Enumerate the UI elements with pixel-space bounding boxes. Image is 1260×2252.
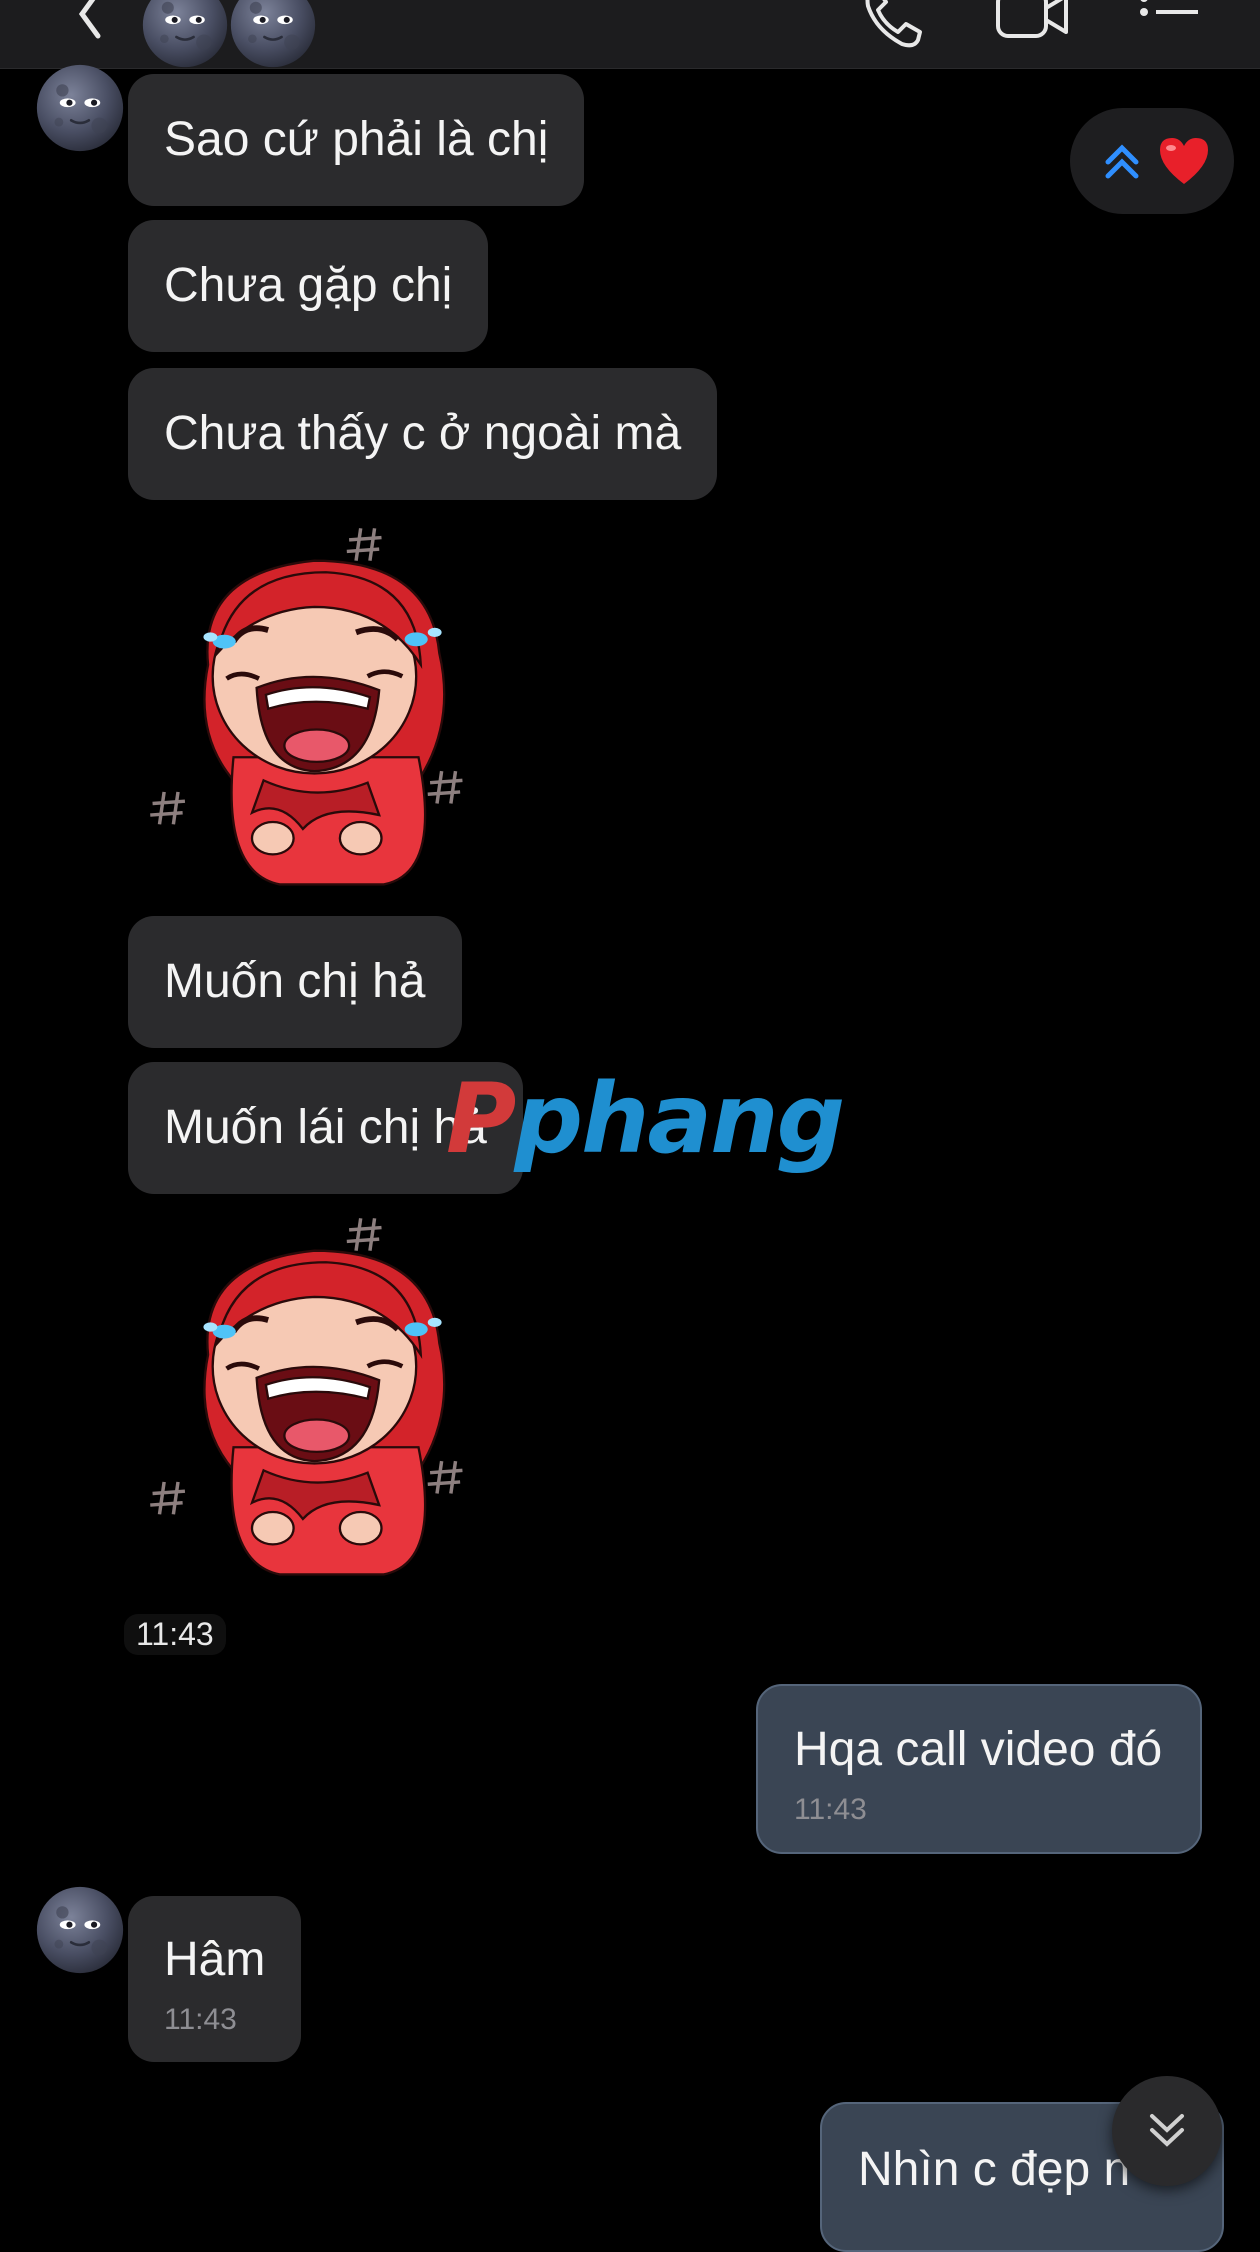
timestamp: 11:43 (124, 1614, 226, 1655)
moon-face-avatar[interactable] (36, 64, 124, 152)
chat-header (0, 0, 1260, 69)
menu-icon[interactable] (1138, 0, 1202, 42)
message-time: 11:43 (794, 1793, 867, 1826)
laughing-sticker[interactable] (136, 526, 516, 896)
message-text: Chưa thấy c ở ngoài mà (164, 407, 682, 460)
reaction-pill[interactable] (1070, 108, 1234, 214)
message-text: Muốn lái chị hả (164, 1101, 487, 1154)
back-icon[interactable] (62, 0, 122, 44)
incoming-message[interactable]: Muốn chị hả (128, 916, 462, 1048)
phone-icon[interactable] (862, 0, 926, 50)
video-call-icon[interactable] (994, 0, 1070, 46)
scroll-to-bottom-button[interactable] (1112, 2076, 1222, 2186)
message-text: Hqa call video đó (794, 1723, 1163, 1776)
message-text: Muốn chị hả (164, 955, 426, 1008)
moon-face-avatar[interactable] (230, 0, 316, 68)
outgoing-message[interactable]: Hqa call video đó 11:43 (756, 1684, 1203, 1854)
incoming-message[interactable]: Sao cứ phải là chị (128, 74, 585, 206)
incoming-message[interactable]: Hâm 11:43 (128, 1896, 302, 2062)
message-time: 11:43 (164, 2003, 237, 2036)
incoming-message[interactable]: Chưa thấy c ở ngoài mà (128, 368, 718, 500)
message-text: Chưa gặp chị (164, 259, 453, 312)
watermark-part-1: P (446, 1063, 516, 1175)
message-text: Sao cứ phải là chị (164, 113, 549, 166)
incoming-message[interactable]: Chưa gặp chị (128, 220, 489, 352)
watermark-part-2: phang (514, 1063, 845, 1175)
moon-face-avatar[interactable] (142, 0, 228, 68)
watermark-logo: Pphang (446, 1063, 845, 1175)
double-chevron-up-icon (1105, 144, 1139, 179)
laughing-sticker[interactable] (136, 1216, 516, 1586)
double-chevron-down-icon (1150, 2114, 1184, 2147)
message-text: Hâm (164, 1933, 266, 1986)
moon-face-avatar[interactable] (36, 1886, 124, 1974)
heart-icon (1160, 138, 1208, 184)
